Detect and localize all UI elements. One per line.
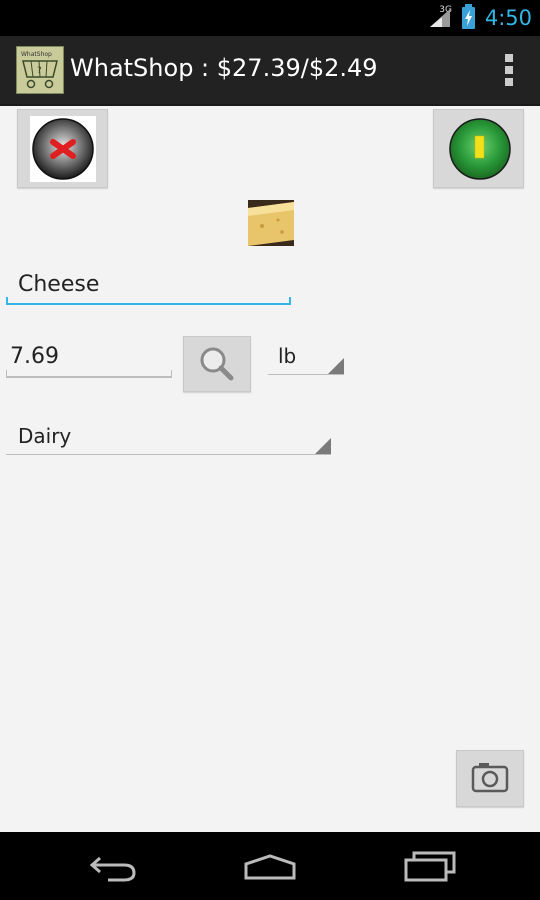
camera-button[interactable] bbox=[456, 750, 524, 807]
svg-text:?: ? bbox=[37, 66, 42, 76]
confirm-icon bbox=[449, 118, 511, 180]
search-icon bbox=[200, 347, 234, 381]
app-icon-label: WhatShop bbox=[21, 51, 52, 58]
cancel-x-icon bbox=[30, 116, 96, 182]
price-input[interactable]: 7.69 bbox=[10, 344, 59, 369]
action-bar: WhatShop ? WhatShop : $27.39/$2.49 bbox=[0, 36, 540, 106]
clock: 4:50 bbox=[484, 6, 532, 30]
category-spinner-value[interactable]: Dairy bbox=[18, 424, 71, 448]
navigation-bar bbox=[0, 832, 540, 900]
unit-spinner-underline bbox=[268, 374, 344, 375]
cheese-thumbnail-image[interactable] bbox=[248, 200, 294, 246]
status-bar: 3G 4:50 bbox=[0, 0, 540, 36]
price-underline bbox=[6, 376, 172, 378]
app-title: WhatShop : $27.39/$2.49 bbox=[70, 54, 378, 82]
category-spinner-arrow-icon bbox=[315, 438, 331, 454]
back-icon[interactable] bbox=[88, 852, 138, 882]
camera-icon bbox=[471, 763, 509, 793]
unit-spinner-arrow-icon bbox=[328, 358, 344, 374]
shopping-cart-app-icon[interactable]: WhatShop ? bbox=[16, 46, 64, 94]
overflow-menu-icon[interactable] bbox=[504, 54, 514, 86]
signal-strength-icon bbox=[428, 7, 452, 29]
item-name-input[interactable]: Cheese bbox=[18, 272, 99, 297]
cancel-button[interactable] bbox=[17, 109, 108, 188]
recent-apps-icon[interactable] bbox=[404, 850, 456, 882]
home-icon[interactable] bbox=[243, 852, 297, 882]
battery-icon bbox=[461, 4, 475, 29]
unit-spinner-value[interactable]: lb bbox=[278, 344, 296, 368]
search-price-button[interactable] bbox=[183, 336, 251, 392]
category-spinner-underline bbox=[6, 454, 331, 455]
item-name-underline bbox=[6, 303, 291, 305]
ok-button[interactable] bbox=[433, 109, 524, 188]
